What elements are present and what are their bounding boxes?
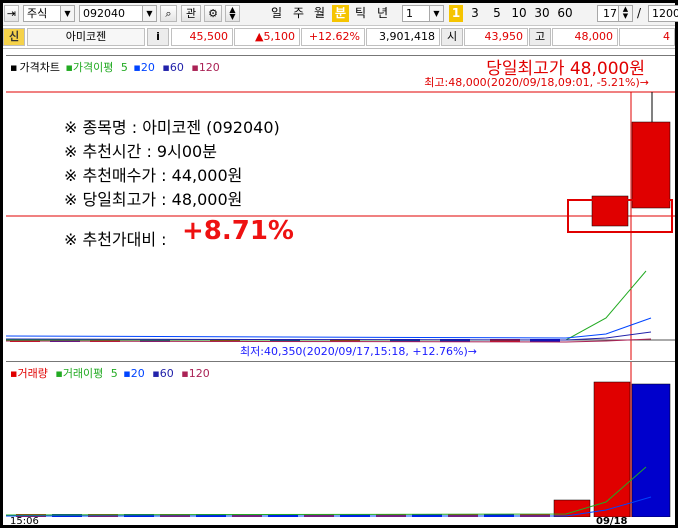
minute-preset-30[interactable]: 30 — [533, 5, 551, 22]
high-price: 48,000 — [552, 28, 618, 46]
volume-ma-120: ▪120 — [181, 367, 210, 380]
chevron-down-icon[interactable]: ▼ — [60, 6, 74, 21]
volume-ma-60: ▪60 — [152, 367, 174, 380]
minute-unit-value: 1 — [406, 7, 413, 20]
volume-ma-label: ▪거래이평 — [55, 367, 104, 380]
volume-ma-5: 5 — [110, 367, 118, 380]
legend-marker: ▪ — [10, 61, 18, 74]
slash-separator: / — [636, 6, 642, 20]
info-ratio-label: ※ 추천가대비 : — [64, 230, 167, 249]
current-price: 45,500 — [171, 28, 233, 46]
trade-volume: 3,901,418 — [366, 28, 440, 46]
minute-unit-select[interactable]: 1 ▼ — [402, 5, 444, 22]
dock-icon[interactable]: ⇥ — [4, 5, 19, 22]
search-icon[interactable]: ⌕ — [160, 5, 177, 22]
market-type-select[interactable]: 주식 ▼ — [23, 5, 75, 22]
info-recommend-time: ※ 추천시간 : 9시00분 — [64, 142, 217, 161]
volume-chart-pane[interactable]: ▪거래량 ▪거래이평 5 ▪20 ▪60 ▪120 — [6, 361, 675, 517]
stock-code-input[interactable]: 092040 ▼ — [79, 5, 157, 22]
display-count-input[interactable]: 17 ▲ ▼ — [597, 5, 633, 22]
chart-toolbar: ⇥ 주식 ▼ 092040 ▼ ⌕ 관 ⚙ ▲ ▼ 일 주 월 분 틱 년 1 ▼… — [3, 3, 678, 26]
period-month[interactable]: 월 — [311, 5, 328, 22]
credit-flag: 신 — [3, 28, 25, 46]
extra-value: 4 — [619, 28, 675, 46]
chart-window: ⇥ 주식 ▼ 092040 ▼ ⌕ 관 ⚙ ▲ ▼ 일 주 월 분 틱 년 1 ▼… — [0, 0, 678, 528]
volume-ma5-line — [6, 466, 647, 516]
gear-icon[interactable]: ⚙ — [204, 5, 222, 22]
ma5-line — [6, 270, 647, 341]
change-percent: +12.62% — [301, 28, 365, 46]
related-button[interactable]: 관 — [181, 5, 201, 22]
period-tick[interactable]: 틱 — [352, 5, 369, 22]
price-ma-120: ▪120 — [191, 61, 220, 74]
display-count-value: 17 — [603, 7, 617, 20]
period-minute[interactable]: 분 — [332, 5, 349, 22]
volume-ma-20: ▪20 — [123, 367, 145, 380]
volume-chart-canvas — [6, 362, 671, 517]
info-ratio-value: +8.71% — [182, 216, 294, 246]
time-axis: 15:06 09/18 — [6, 516, 675, 528]
total-count-input[interactable]: 1200 — [648, 5, 678, 22]
price-chart-pane[interactable]: ▪ 가격차트 ▪가격이평 5 ▪20 ▪60 ▪120 당일최고가 48,000원… — [6, 55, 675, 360]
minute-preset-3[interactable]: 3 — [468, 5, 482, 22]
time-axis-date: 09/18 — [596, 516, 628, 527]
price-legend-title: 가격차트 — [19, 61, 60, 74]
price-ma-20: ▪20 — [133, 61, 155, 74]
open-label: 시 — [441, 28, 463, 46]
price-ma-label: ▪가격이평 — [65, 61, 114, 74]
period-week[interactable]: 주 — [290, 5, 307, 22]
low-annotation: 최저:40,350(2020/09/17,15:18, +12.76%)→ — [240, 345, 477, 358]
price-legend: ▪ 가격차트 ▪가격이평 5 ▪20 ▪60 ▪120 — [10, 59, 224, 75]
minute-preset-1[interactable]: 1 — [449, 5, 463, 22]
minute-preset-5[interactable]: 5 — [490, 5, 504, 22]
quote-bar: 신 아미코젠 i 45,500 ▲5,100 +12.62% 3,901,418… — [3, 26, 675, 49]
minute-preset-60[interactable]: 60 — [556, 5, 574, 22]
info-recommend-price: ※ 추천매수가 : 44,000원 — [64, 166, 243, 185]
high-label: 고 — [529, 28, 551, 46]
chevron-down-icon[interactable]: ▼ — [429, 6, 443, 21]
period-year[interactable]: 년 — [374, 5, 391, 22]
high-annotation: 최고:48,000(2020/09/18,09:01, -5.21%)→ — [424, 76, 649, 89]
spin-updown-icon[interactable]: ▲ ▼ — [225, 5, 240, 22]
info-button[interactable]: i — [147, 28, 169, 46]
spin-updown-icon[interactable]: ▲ ▼ — [618, 6, 632, 21]
open-price: 43,950 — [464, 28, 528, 46]
price-ma-5: 5 — [120, 61, 128, 74]
time-axis-start: 15:06 — [10, 516, 39, 527]
period-day[interactable]: 일 — [268, 5, 285, 22]
ma20-line — [6, 317, 652, 339]
minute-preset-10[interactable]: 10 — [510, 5, 528, 22]
info-daily-high: ※ 당일최고가 : 48,000원 — [64, 190, 243, 209]
volume-legend-title: ▪거래량 — [10, 367, 48, 380]
price-change: ▲5,100 — [234, 28, 300, 46]
volume-legend: ▪거래량 ▪거래이평 5 ▪20 ▪60 ▪120 — [10, 365, 214, 381]
candle — [631, 121, 671, 209]
market-type-value: 주식 — [27, 7, 48, 20]
stock-code-value: 092040 — [83, 7, 125, 20]
chevron-down-icon[interactable]: ▼ — [142, 6, 156, 21]
price-ma-60: ▪60 — [162, 61, 184, 74]
stock-name: 아미코젠 — [27, 28, 145, 46]
info-stock-name: ※ 종목명 : 아미코젠 (092040) — [64, 118, 280, 137]
